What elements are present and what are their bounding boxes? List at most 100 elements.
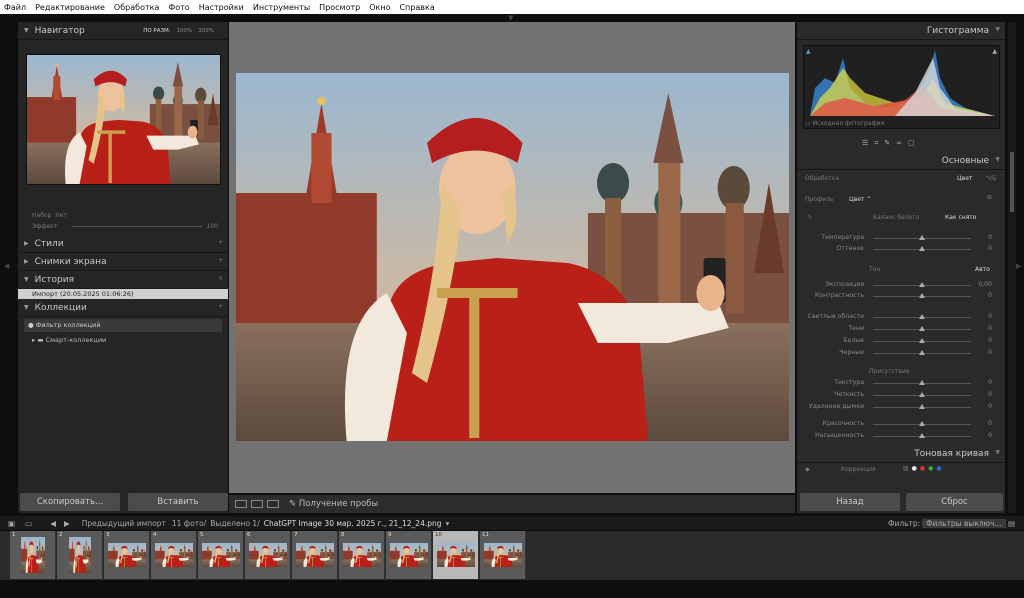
slider-thumb[interactable] [919, 246, 925, 251]
copy-button[interactable]: Скопировать... [20, 493, 120, 511]
eyedropper-icon[interactable]: ✎ [289, 499, 296, 509]
red-channel-icon[interactable]: ● [920, 465, 928, 472]
snapshots-header[interactable]: ▶ Снимки экрана + [18, 253, 228, 271]
left-panel-toggle-icon[interactable]: ◀ [4, 262, 9, 270]
white-channel-icon[interactable]: ● [912, 465, 920, 472]
treatment-color[interactable]: Цвет [957, 175, 972, 182]
film-cell[interactable]: 1 [10, 531, 56, 579]
tool-strip[interactable]: ☰⌗✎∞▢ [862, 139, 921, 148]
curve-channels[interactable]: ▨●●●● [903, 465, 945, 472]
brush-icon[interactable]: ✎ [884, 139, 896, 147]
menu-photo[interactable]: Фото [168, 3, 189, 12]
contrast-slider[interactable]: Контрастность 0 [803, 291, 995, 301]
loupe-view-icon[interactable] [235, 500, 247, 508]
texture-slider[interactable]: Текстура 0 [803, 378, 995, 388]
add-icon[interactable]: + [218, 257, 223, 264]
parametric-icon[interactable]: ▨ [903, 465, 912, 472]
filter-lock-icon[interactable]: ▤ [1008, 519, 1015, 528]
film-cell[interactable]: 6 [245, 531, 291, 579]
before-after-icon[interactable] [267, 500, 279, 508]
paste-button[interactable]: Вставить [128, 493, 228, 511]
histogram[interactable]: ▲ ▲ [803, 45, 1000, 129]
reset-button[interactable]: Сброс [906, 493, 1003, 511]
blacks-slider[interactable]: Черные 0 [803, 348, 995, 358]
blue-channel-icon[interactable]: ● [936, 465, 944, 472]
whites-slider[interactable]: Белые 0 [803, 336, 995, 346]
slider-thumb[interactable] [919, 282, 925, 287]
exposure-slider[interactable]: Экспозиция 0,00 [803, 280, 995, 290]
temperature-slider[interactable]: Температура 0 [803, 233, 995, 243]
film-cell[interactable]: 8 [339, 531, 385, 579]
previous-button[interactable]: Назад [800, 493, 900, 511]
back-arrow-icon[interactable]: ◀ [50, 519, 56, 528]
filter-select[interactable]: Фильтры выключ... [922, 518, 1006, 528]
film-cell[interactable]: 11 [480, 531, 526, 579]
shadow-clipping-icon[interactable]: ▲ [806, 48, 811, 55]
menu-window[interactable]: Окно [369, 3, 390, 12]
saturation-slider[interactable]: Насыщенность 0 [803, 431, 995, 441]
film-cell-selected[interactable]: 10 [433, 531, 479, 579]
history-item[interactable]: Импорт (20.05.2025 01:06:26) [18, 289, 228, 299]
wb-select[interactable]: Как снято [945, 214, 976, 221]
highlight-clipping-icon[interactable]: ▲ [992, 48, 997, 55]
slider-thumb[interactable] [919, 326, 925, 331]
highlights-slider[interactable]: Светлые области 0 [803, 312, 995, 322]
slider-thumb[interactable] [919, 235, 925, 240]
basic-header[interactable]: Основные ▼ [797, 152, 1005, 170]
zoom-fit[interactable]: ПО РАЗМ. [143, 28, 170, 34]
smart-collections[interactable]: ▸ ▬ Смарт-коллекции [18, 334, 228, 347]
slider-thumb[interactable] [919, 404, 925, 409]
close-icon[interactable]: × [218, 275, 223, 282]
sliders-icon[interactable]: ☰ [862, 139, 874, 147]
collection-filter[interactable]: ● Фильтр коллекций [24, 319, 222, 332]
film-cell[interactable]: 7 [292, 531, 338, 579]
film-cell[interactable]: 3 [104, 531, 150, 579]
menu-file[interactable]: Файл [4, 3, 26, 12]
right-scrollbar[interactable] [1008, 22, 1016, 513]
add-icon[interactable]: + [218, 303, 223, 310]
right-panel-toggle-icon[interactable]: ▶ [1016, 262, 1021, 270]
add-icon[interactable]: + [218, 239, 223, 246]
source-label[interactable]: Предыдущий импорт [82, 519, 166, 528]
forward-arrow-icon[interactable]: ▶ [64, 519, 70, 528]
treatment-bw[interactable]: Ч/Б [986, 175, 996, 182]
zoom-300[interactable]: 300% [198, 28, 214, 34]
menu-edit[interactable]: Редактирование [35, 3, 105, 12]
menu-tools[interactable]: Инструменты [253, 3, 310, 12]
top-panel-toggle-icon[interactable]: ▼ [508, 14, 513, 22]
secondary-display-icon[interactable]: ▭ [25, 519, 32, 528]
crop-icon[interactable]: ⌗ [874, 139, 884, 147]
curve-toggle-icon[interactable]: ◆ [805, 466, 810, 473]
slider-thumb[interactable] [919, 338, 925, 343]
slider-thumb[interactable] [919, 314, 925, 319]
menu-processing[interactable]: Обработка [114, 3, 159, 12]
dehaze-slider[interactable]: Удаление дымки 0 [803, 402, 995, 412]
wb-picker-icon[interactable]: ✎ [807, 214, 812, 221]
auto-button[interactable]: Авто [975, 266, 990, 273]
navigator-preview[interactable] [26, 54, 221, 185]
slider-thumb[interactable] [919, 392, 925, 397]
redeye-icon[interactable]: ∞ [896, 139, 908, 147]
scrollbar-thumb[interactable] [1010, 152, 1014, 212]
effect-slider[interactable] [72, 226, 202, 227]
chevron-down-icon[interactable]: ▾ [446, 519, 450, 528]
shadows-slider[interactable]: Тени 0 [803, 324, 995, 334]
clarity-slider[interactable]: Четкость 0 [803, 390, 995, 400]
mask-icon[interactable]: ▢ [908, 139, 921, 147]
film-cell[interactable]: 2 [57, 531, 103, 579]
profile-select[interactable]: Цвет ⌃ [849, 196, 871, 203]
main-photo[interactable] [236, 73, 789, 441]
slider-thumb[interactable] [919, 421, 925, 426]
profile-browser-icon[interactable]: ⊞ [987, 194, 992, 201]
menu-settings[interactable]: Настройки [199, 3, 244, 12]
tint-slider[interactable]: Оттенок 0 [803, 244, 995, 254]
collections-header[interactable]: ▼ Коллекции + [18, 299, 228, 317]
menu-view[interactable]: Просмотр [319, 3, 360, 12]
tone-curve-header[interactable]: Тоновая кривая ▼ [797, 445, 1005, 463]
histogram-header[interactable]: Гистограмма ▼ [797, 22, 1005, 40]
vibrance-slider[interactable]: Красочность 0 [803, 419, 995, 429]
film-cell[interactable]: 9 [386, 531, 432, 579]
film-cell[interactable]: 4 [151, 531, 197, 579]
menu-help[interactable]: Справка [399, 3, 434, 12]
grid-view-icon[interactable]: ▣ [8, 519, 15, 528]
